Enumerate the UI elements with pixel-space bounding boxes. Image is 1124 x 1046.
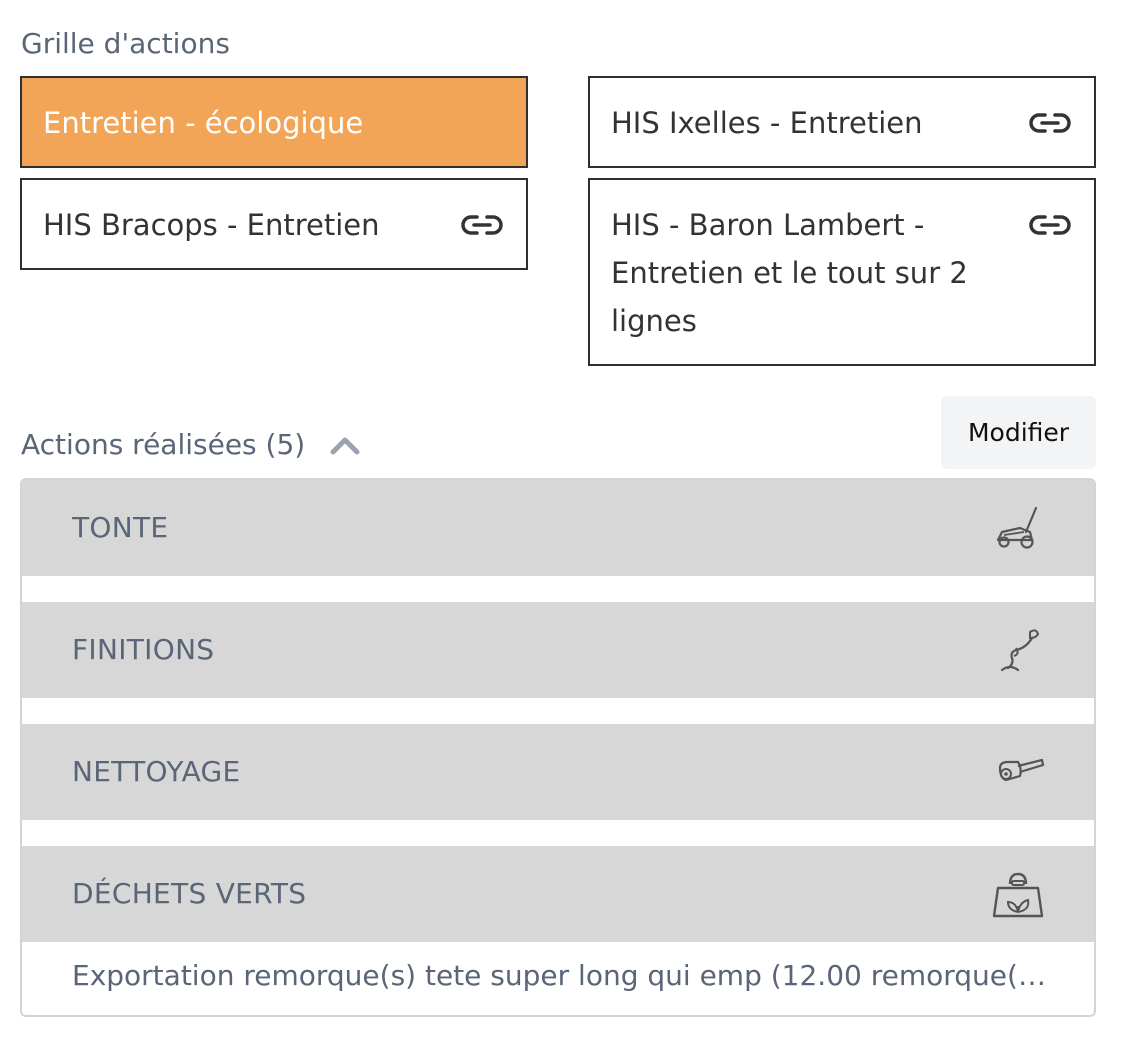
action-row-nettoyage[interactable]: NETTOYAGE	[22, 724, 1094, 820]
grid-card-his-ixelles[interactable]: HIS Ixelles - Entretien	[588, 76, 1096, 168]
grid-card-label: HIS Bracops - Entretien	[43, 208, 380, 242]
modify-button[interactable]: Modifier	[941, 396, 1096, 469]
link-icon[interactable]	[1029, 212, 1071, 238]
action-label: TONTE	[72, 511, 169, 544]
action-row-finitions[interactable]: FINITIONS	[22, 602, 1094, 698]
link-icon[interactable]	[461, 212, 503, 238]
grid-section-label: Grille d'actions	[21, 27, 230, 60]
action-label: DÉCHETS VERTS	[72, 877, 307, 910]
leaf-blower-icon	[998, 758, 1045, 782]
action-row-dechets-verts[interactable]: DÉCHETS VERTS	[22, 846, 1094, 942]
action-detail-text: Exportation remorque(s) tete super long …	[72, 959, 1052, 992]
grid-card-his-bracops[interactable]: HIS Bracops - Entretien	[20, 178, 528, 270]
chevron-up-icon[interactable]	[329, 434, 361, 456]
grid-card-entretien-ecologique[interactable]: Entretien - écologique	[20, 76, 528, 168]
grid-card-his-baron-lambert[interactable]: HIS - Baron Lambert - Entretien et le to…	[588, 178, 1096, 366]
actions-title: Actions réalisées (5)	[21, 428, 306, 461]
action-label: NETTOYAGE	[72, 755, 241, 788]
action-row-tonte[interactable]: TONTE	[22, 480, 1094, 576]
grid-card-label: HIS Ixelles - Entretien	[611, 106, 923, 140]
grid-card-label: Entretien - écologique	[43, 106, 364, 140]
lawn-mower-icon	[996, 506, 1038, 549]
action-label: FINITIONS	[72, 633, 215, 666]
green-waste-bag-icon	[992, 872, 1044, 918]
actions-list: TONTE FINITIONS NETTOYAGE DÉCHETS VERTS	[20, 478, 1096, 1017]
grid-card-label: HIS - Baron Lambert - Entretien et le to…	[611, 208, 968, 338]
actions-toggle[interactable]: Actions réalisées (5)	[21, 425, 361, 465]
string-trimmer-icon	[1000, 629, 1040, 672]
link-icon[interactable]	[1029, 110, 1071, 136]
